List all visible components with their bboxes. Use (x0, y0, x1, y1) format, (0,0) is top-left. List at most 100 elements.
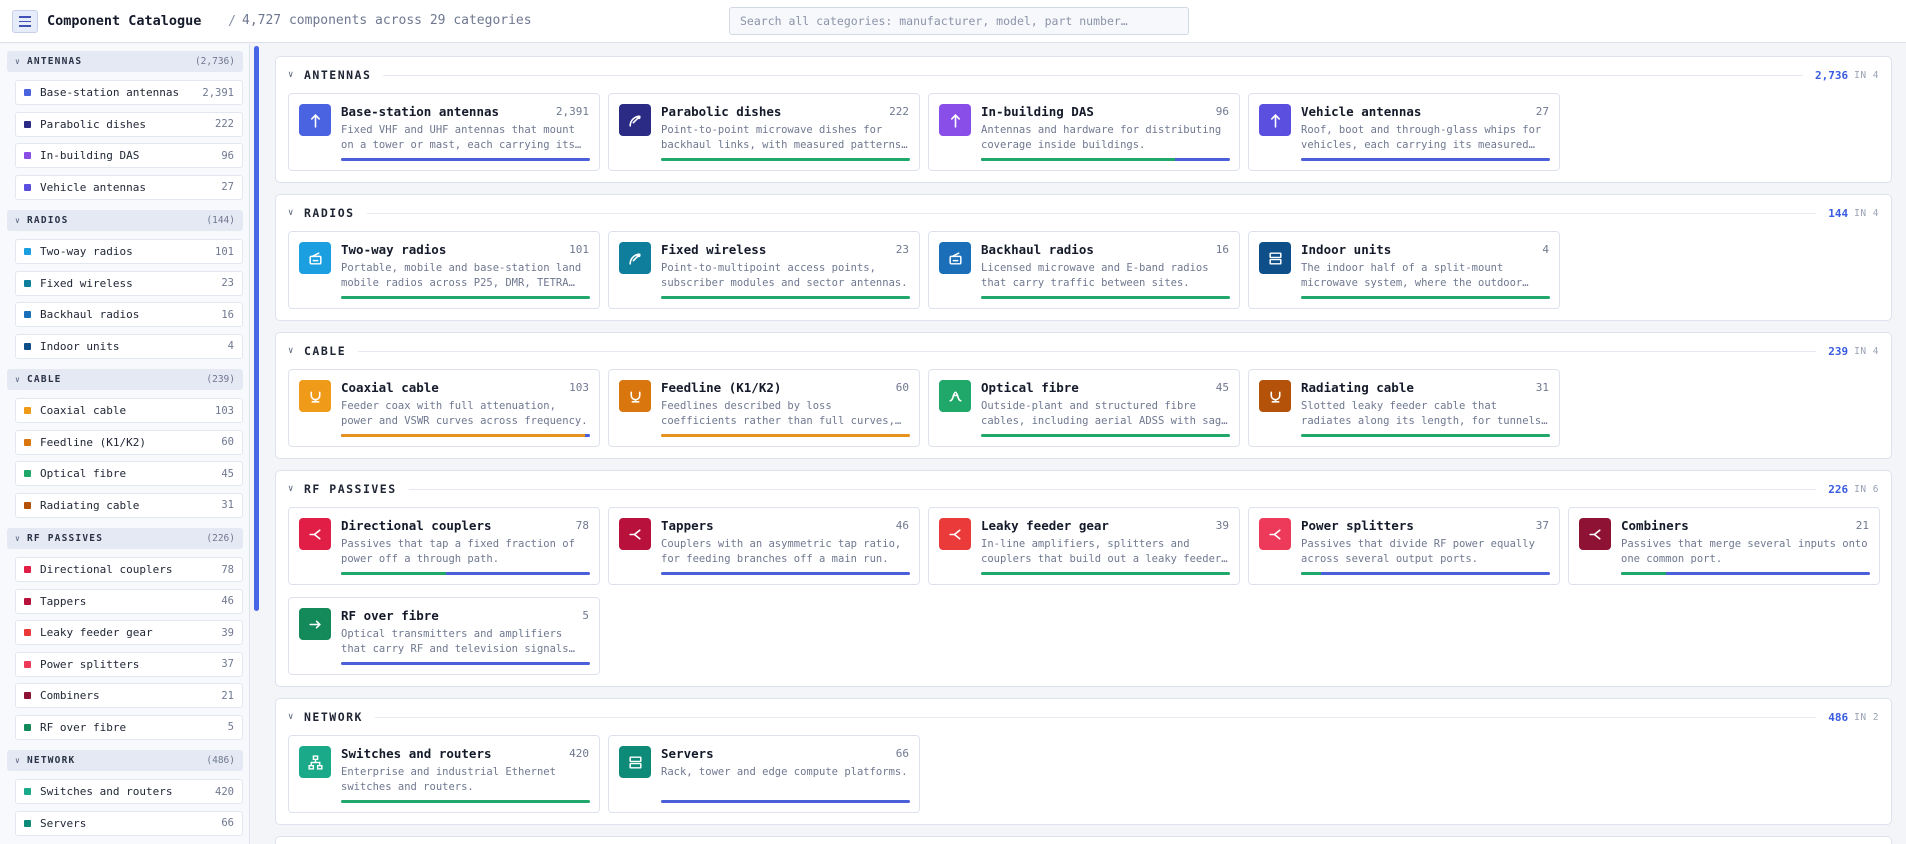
coverage-bar (341, 662, 590, 665)
sidebar-item-count: 66 (221, 817, 234, 829)
card-title: Servers (661, 746, 714, 761)
section-header[interactable]: ∨ CABLE 239 IN 4 (288, 342, 1879, 360)
sidebar-item-indoor-units[interactable]: Indoor units 4 (15, 333, 243, 359)
sidebar-item-in-building-das[interactable]: In-building DAS 96 (15, 143, 243, 168)
category-card-power-splitters[interactable]: Power splitters 37 Passives that divide RF… (1248, 507, 1560, 585)
category-card-fixed-wireless[interactable]: Fixed wireless 23 Point-to-multipoint acce… (608, 231, 920, 309)
section-title: ANTENNAS (304, 68, 372, 82)
card-description: Slotted leaky feeder cable that radiates… (1301, 400, 1542, 427)
sidebar-item-base-station-antennas[interactable]: Base-station antennas 2,391 (15, 80, 243, 105)
category-card-tappers[interactable]: Tappers 46 Couplers with an asymmetric tap… (608, 507, 920, 585)
category-card-backhaul-radios[interactable]: Backhaul radios 16 Licensed microwave and … (928, 231, 1240, 309)
chevron-down-icon: ∨ (15, 375, 20, 384)
category-card-in-building-das[interactable]: In-building DAS 96 Antennas and hardware f… (928, 93, 1240, 171)
sidebar-group-count: (486) (206, 755, 235, 766)
sidebar-group-count: (144) (206, 215, 235, 226)
coverage-bar-fill (661, 158, 910, 161)
menu-button[interactable] (12, 10, 38, 33)
card-count: 222 (889, 105, 909, 118)
category-card-servers[interactable]: Servers 66 Rack, tower and edge compute pl… (608, 735, 920, 813)
split-icon (939, 518, 971, 550)
sidebar-item-count: 2,391 (202, 86, 234, 99)
category-card-coaxial-cable[interactable]: Coaxial cable 103 Feeder coax with full at… (288, 369, 600, 447)
coverage-bar (341, 572, 590, 575)
coverage-bar-fill (341, 434, 586, 437)
card-title: Leaky feeder gear (981, 518, 1109, 533)
sidebar-item-parabolic-dishes[interactable]: Parabolic dishes 222 (15, 111, 243, 137)
section-header[interactable]: ∨ RF PASSIVES 226 IN 6 (288, 480, 1879, 498)
category-swatch (24, 470, 31, 477)
sidebar-scrollbar[interactable] (254, 46, 259, 611)
sidebar-item-two-way-radios[interactable]: Two-way radios 101 (15, 239, 243, 264)
sidebar-item-combiners[interactable]: Combiners 21 (15, 683, 243, 708)
category-card-two-way-radios[interactable]: Two-way radios 101 Portable, mobile and ba… (288, 231, 600, 309)
sidebar-item-radiating-cable[interactable]: Radiating cable 31 (15, 492, 243, 518)
network-icon (299, 746, 331, 778)
sidebar-item-servers[interactable]: Servers 66 (15, 810, 243, 836)
section-category-count: IN 6 (1854, 483, 1879, 495)
sidebar-group-rf-passives[interactable]: ∨ RF PASSIVES (226) (7, 528, 243, 549)
sidebar-group-label: RADIOS (27, 215, 69, 226)
category-card-combiners[interactable]: Combiners 21 Passives that merge several i… (1568, 507, 1880, 585)
section-antennas: ∨ ANTENNAS 2,736 IN 4 Base-station antennas 2… (275, 56, 1892, 183)
split-icon (1579, 518, 1611, 550)
coverage-bar-fill (1301, 572, 1321, 575)
section-header[interactable]: ∨ RADIOS 144 IN 4 (288, 204, 1879, 222)
category-card-radiating-cable[interactable]: Radiating cable 31 Slotted leaky feeder ca… (1248, 369, 1560, 447)
sidebar-item-tappers[interactable]: Tappers 46 (15, 588, 243, 614)
sidebar-item-directional-couplers[interactable]: Directional couplers 78 (15, 557, 243, 582)
sidebar-item-optical-fibre[interactable]: Optical fibre 45 (15, 461, 243, 486)
category-card-vehicle-antennas[interactable]: Vehicle antennas 27 Roof, boot and through… (1248, 93, 1560, 171)
sidebar-item-power-splitters[interactable]: Power splitters 37 (15, 651, 243, 677)
card-count: 39 (1215, 519, 1229, 532)
coverage-bar (341, 800, 590, 803)
sidebar-item-label: Servers (40, 816, 87, 830)
sidebar-item-rf-over-fibre[interactable]: RF over fibre 5 (15, 714, 243, 740)
coverage-bar (341, 296, 590, 299)
card-title: RF over fibre (341, 608, 439, 623)
category-card-parabolic-dishes[interactable]: Parabolic dishes 222 Point-to-point microw… (608, 93, 920, 171)
sidebar-group-cable[interactable]: ∨ CABLE (239) (7, 369, 243, 390)
search-input[interactable] (729, 7, 1189, 35)
section-title: RADIOS (304, 206, 355, 220)
section-header[interactable]: ∨ NETWORK 486 IN 2 (288, 708, 1879, 726)
coverage-bar (1301, 296, 1550, 299)
sidebar-group-radios[interactable]: ∨ RADIOS (144) (7, 210, 243, 231)
category-card-base-station-antennas[interactable]: Base-station antennas 2,391 Fixed VHF and … (288, 93, 600, 171)
category-swatch (24, 152, 31, 159)
coverage-bar-fill (1301, 296, 1550, 299)
cable-icon (299, 380, 331, 412)
category-card-feedline-k1-k2[interactable]: Feedline (K1/K2) 60 Feedlines described by… (608, 369, 920, 447)
card-title: Feedline (K1/K2) (661, 380, 782, 395)
sidebar-group-network[interactable]: ∨ NETWORK (486) (7, 750, 243, 771)
section-total: 2,736 (1814, 68, 1849, 82)
sidebar-group-count: (2,736) (194, 56, 235, 67)
card-count: 103 (569, 381, 589, 394)
category-card-leaky-feeder-gear[interactable]: Leaky feeder gear 39 In-line amplifiers, s… (928, 507, 1240, 585)
card-count: 45 (1215, 381, 1229, 394)
radio-icon (939, 242, 971, 274)
sidebar-item-vehicle-antennas[interactable]: Vehicle antennas 27 (15, 174, 243, 200)
category-card-indoor-units[interactable]: Indoor units 4 The indoor half of a split-… (1248, 231, 1560, 309)
section-title: NETWORK (304, 710, 363, 724)
category-swatch (24, 311, 31, 318)
category-card-switches-and-routers[interactable]: Switches and routers 420 Enterprise and in… (288, 735, 600, 813)
category-card-rf-over-fibre[interactable]: RF over fibre 5 Optical transmitters and a… (288, 597, 600, 675)
card-count: 4 (1542, 243, 1549, 256)
category-swatch (24, 407, 31, 414)
sidebar-group-label: CABLE (27, 374, 62, 385)
sidebar-item-switches-and-routers[interactable]: Switches and routers 420 (15, 779, 243, 804)
sidebar-group-antennas[interactable]: ∨ ANTENNAS (2,736) (7, 51, 243, 72)
sidebar-item-count: 16 (221, 308, 234, 321)
sidebar-item-feedline-k1-k2[interactable]: Feedline (K1/K2) 60 (15, 429, 243, 455)
card-count: 96 (1215, 105, 1229, 118)
sidebar-item-backhaul-radios[interactable]: Backhaul radios 16 (15, 302, 243, 327)
section-header[interactable]: ∨ ANTENNAS 2,736 IN 4 (288, 66, 1879, 84)
category-card-directional-couplers[interactable]: Directional couplers 78 Passives that tap … (288, 507, 600, 585)
card-description: Point-to-multipoint access points, subsc… (661, 262, 908, 289)
sidebar-item-leaky-feeder-gear[interactable]: Leaky feeder gear 39 (15, 620, 243, 645)
sidebar-item-coaxial-cable[interactable]: Coaxial cable 103 (15, 398, 243, 423)
category-card-optical-fibre[interactable]: Optical fibre 45 Outside-plant and structu… (928, 369, 1240, 447)
sidebar-item-fixed-wireless[interactable]: Fixed wireless 23 (15, 270, 243, 296)
antenna-icon (939, 104, 971, 136)
